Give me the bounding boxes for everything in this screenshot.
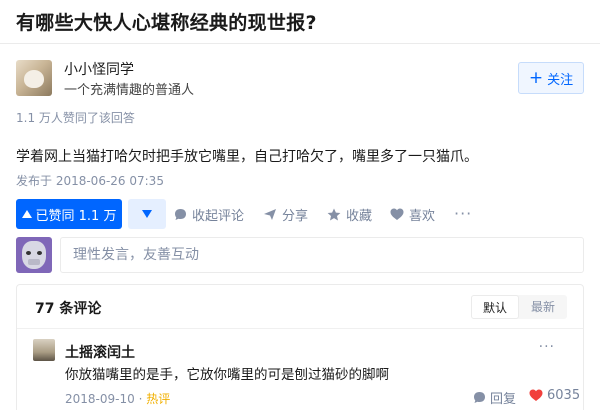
disagree-button[interactable] bbox=[128, 199, 166, 229]
user-avatar[interactable] bbox=[16, 237, 52, 273]
comment-date: 2018-09-10 bbox=[65, 392, 135, 406]
hot-comment-badge: 热评 bbox=[146, 392, 171, 406]
agree-button[interactable]: 已赞同 1.1 万 bbox=[16, 199, 122, 229]
agree-label: 已赞同 1.1 万 bbox=[35, 208, 117, 224]
comment-more-options[interactable]: ··· bbox=[539, 339, 555, 355]
heart-icon bbox=[529, 389, 543, 401]
follow-button[interactable]: + 关注 bbox=[518, 62, 584, 94]
comment-meta: 2018-09-10 · 热评 bbox=[65, 392, 171, 406]
question-title[interactable]: 有哪些大快人心堪称经典的现世报? bbox=[16, 8, 600, 35]
share-button[interactable]: 分享 bbox=[263, 199, 308, 229]
triangle-down-icon bbox=[142, 210, 152, 218]
author-avatar[interactable] bbox=[16, 60, 52, 96]
commenter-avatar[interactable] bbox=[33, 339, 55, 361]
author-info: 小小怪同学 一个充满情趣的普通人 + 关注 bbox=[16, 58, 584, 98]
author-name[interactable]: 小小怪同学 bbox=[64, 59, 134, 79]
comment-text: 你放猫嘴里的是手，它放你嘴里的可是刨过猫砂的脚啊 bbox=[65, 367, 389, 383]
reply-button[interactable]: 回复 bbox=[473, 388, 516, 407]
comment-icon bbox=[474, 392, 485, 403]
vote-count: 1.1 万人赞同了该回答 bbox=[16, 111, 135, 125]
answer-actions: 已赞同 1.1 万 收起评论 分享 收藏 喜欢 ··· bbox=[16, 199, 486, 229]
comment-input[interactable] bbox=[60, 237, 584, 273]
publish-time[interactable]: 发布于 2018-06-26 07:35 bbox=[16, 172, 164, 189]
star-icon bbox=[327, 208, 341, 220]
comment-icon bbox=[175, 208, 186, 220]
comment-list-header: 77 条评论 默认 最新 bbox=[17, 285, 583, 329]
like-label: 喜欢 bbox=[409, 208, 436, 224]
sort-default-tab[interactable]: 默认 bbox=[471, 295, 519, 319]
share-label: 分享 bbox=[282, 208, 309, 224]
comment-list: 77 条评论 默认 最新 土摇滚闰土 ··· 你放猫嘴里的是手，它放你嘴里的可是… bbox=[16, 284, 584, 410]
plus-icon: + bbox=[528, 67, 544, 88]
follow-label: 关注 bbox=[547, 72, 574, 88]
sort-latest-tab[interactable]: 最新 bbox=[519, 295, 567, 319]
like-button[interactable]: 喜欢 bbox=[390, 199, 435, 229]
collapse-comments-button[interactable]: 收起评论 bbox=[174, 199, 244, 229]
collapse-comments-label: 收起评论 bbox=[192, 208, 245, 224]
collect-label: 收藏 bbox=[346, 208, 373, 224]
comment-editor bbox=[16, 237, 584, 273]
collect-button[interactable]: 收藏 bbox=[327, 199, 372, 229]
commenter-name[interactable]: 土摇滚闰土 bbox=[65, 342, 135, 362]
triangle-up-icon bbox=[21, 210, 32, 218]
heart-icon bbox=[390, 208, 404, 220]
answer-content: 学着网上当猫打哈欠时把手放它嘴里，自己打哈欠了，嘴里多了一只猫爪。 bbox=[16, 149, 478, 165]
author-bio: 一个充满情趣的普通人 bbox=[64, 83, 195, 98]
question-header: 有哪些大快人心堪称经典的现世报? bbox=[0, 0, 600, 44]
comment-sort-toggle: 默认 最新 bbox=[471, 295, 567, 319]
comment-like-count: 6035 bbox=[547, 388, 581, 403]
reply-label: 回复 bbox=[490, 392, 517, 407]
more-options-button[interactable]: ··· bbox=[454, 199, 472, 229]
share-icon bbox=[264, 208, 276, 220]
comment-like-button[interactable]: 6035 bbox=[529, 388, 580, 403]
comment-count: 77 条评论 bbox=[35, 301, 102, 317]
